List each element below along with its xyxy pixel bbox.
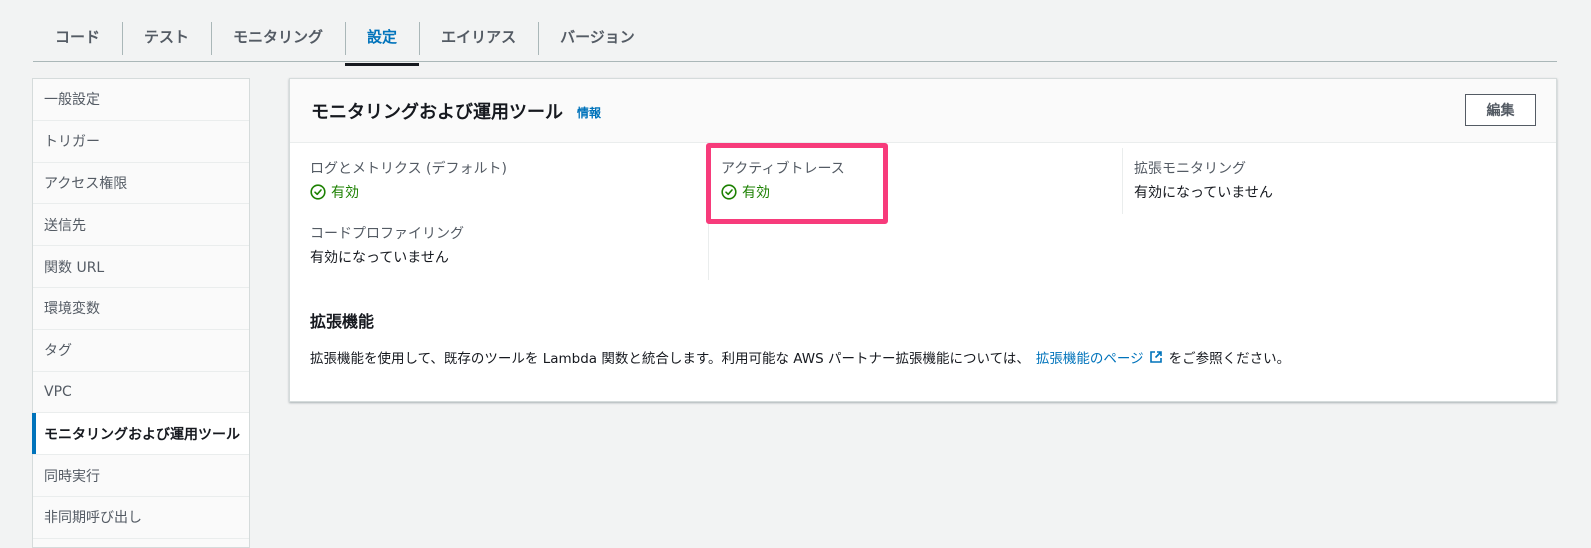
sidebar-item-destinations[interactable]: 送信先 (33, 204, 249, 247)
edit-button[interactable]: 編集 (1465, 94, 1536, 126)
sidebar-item-concurrency[interactable]: 同時実行 (33, 455, 249, 497)
extensions-page-link[interactable]: 拡張機能のページ (1036, 347, 1169, 367)
tab-monitoring[interactable]: モニタリング (211, 18, 345, 55)
panel-title: モニタリングおよび運用ツール (311, 101, 563, 123)
active-tracing-label: アクティブトレース (721, 161, 845, 177)
active-tracing-status: 有効 (742, 185, 770, 201)
extensions-text: 拡張機能を使用して、既存のツールを Lambda 関数と統合します。利用可能な … (310, 351, 1030, 367)
logs-metrics-label: ログとメトリクス (デフォルト) (310, 161, 507, 177)
sidebar-item-environment-variables[interactable]: 環境変数 (33, 288, 249, 330)
panel-header: モニタリングおよび運用ツール 情報 編集 (290, 79, 1556, 143)
tab-versions[interactable]: バージョン (538, 18, 657, 55)
sidebar-item-function-url[interactable]: 関数 URL (33, 246, 249, 288)
tab-bar: コード テスト モニタリング 設定 エイリアス バージョン (33, 14, 1557, 66)
external-link-icon (1149, 351, 1162, 363)
config-sidebar: 一般設定 トリガー アクセス権限 送信先 関数 URL 環境変数 タグ VPC … (32, 78, 250, 548)
tab-configuration[interactable]: 設定 (345, 18, 420, 66)
enhanced-monitoring-value: 有効になっていません (1134, 185, 1273, 201)
logs-metrics-status: 有効 (331, 185, 359, 201)
tab-code[interactable]: コード (33, 18, 122, 55)
extensions-link-label: 拡張機能のページ (1035, 351, 1144, 367)
extensions-suffix: をご参照ください。 (1168, 351, 1291, 367)
active-tracing-value: 有効 (721, 182, 770, 202)
info-link[interactable]: 情報 (577, 104, 601, 121)
code-profiling-label: コードプロファイリング (310, 226, 464, 242)
code-profiling-value: 有効になっていません (310, 250, 449, 266)
column-divider (1122, 148, 1123, 214)
tab-aliases[interactable]: エイリアス (419, 18, 538, 55)
sidebar-item-triggers[interactable]: トリガー (33, 121, 249, 163)
sidebar-item-monitoring-tools[interactable]: モニタリングおよび運用ツール (32, 413, 249, 456)
extensions-description: 拡張機能を使用して、既存のツールを Lambda 関数と統合します。利用可能な … (310, 347, 1290, 367)
sidebar-item-tags[interactable]: タグ (33, 330, 249, 372)
sidebar-item-vpc[interactable]: VPC (33, 372, 249, 414)
extensions-title: 拡張機能 (310, 312, 375, 331)
sidebar-item-async-invocation[interactable]: 非同期呼び出し (33, 497, 249, 539)
check-circle-icon (721, 184, 737, 200)
enhanced-monitoring-label: 拡張モニタリング (1134, 161, 1246, 177)
sidebar-item-general[interactable]: 一般設定 (33, 79, 249, 121)
logs-metrics-value: 有効 (310, 182, 359, 202)
column-divider (708, 220, 709, 280)
tab-test[interactable]: テスト (122, 18, 211, 55)
check-circle-icon (310, 184, 326, 200)
sidebar-item-permissions[interactable]: アクセス権限 (33, 163, 249, 205)
